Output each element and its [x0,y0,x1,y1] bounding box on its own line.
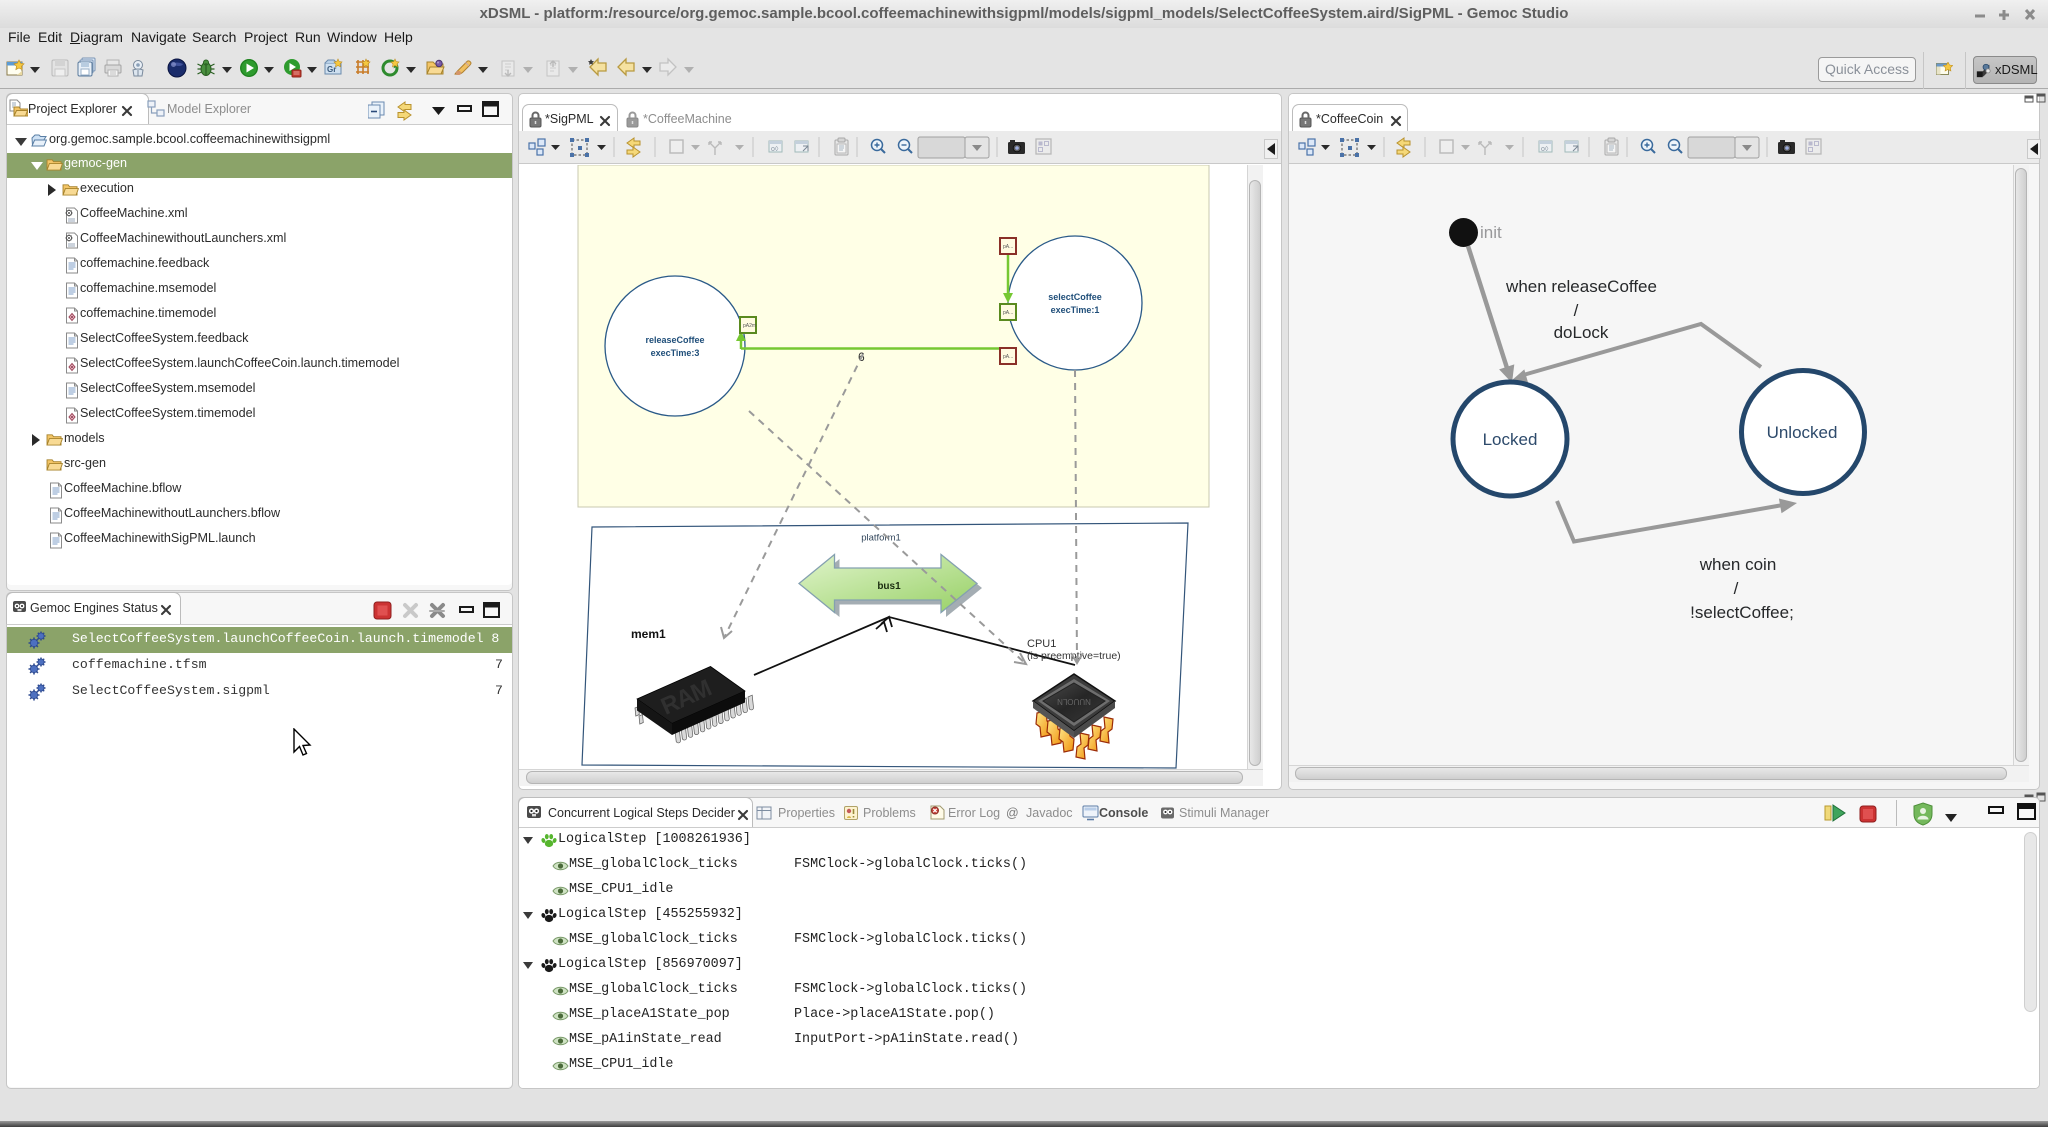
svg-text:o◊: o◊ [771,146,779,153]
svg-text:doLock: doLock [1554,323,1609,342]
svg-text:o◊: o◊ [1541,146,1549,153]
svg-text:CPU1: CPU1 [1027,638,1056,650]
svg-text:bus1: bus1 [877,581,901,592]
svg-text:/: / [1734,579,1739,598]
svg-text:Unlocked: Unlocked [1767,423,1838,442]
svg-text:NUUOLN: NUUOLN [1057,697,1091,706]
svg-text:Gr: Gr [327,65,336,74]
svg-text:pA...: pA... [1003,354,1013,360]
svg-text:!selectCoffee;: !selectCoffee; [1690,603,1794,622]
svg-text:selectCoffee: selectCoffee [1048,292,1102,302]
svg-text:execTime:3: execTime:3 [651,348,700,358]
svg-text:/: / [1574,301,1579,320]
svg-text:when releaseCoffee: when releaseCoffee [1505,277,1657,296]
svg-text:pA2m: pA2m [743,323,756,329]
svg-text:when coin: when coin [1699,555,1777,574]
svg-text:Locked: Locked [1483,430,1538,449]
svg-text:init: init [1480,223,1502,242]
svg-text:mem1: mem1 [631,627,666,641]
svg-text:platform1: platform1 [861,533,901,544]
svg-text:pA...: pA... [1003,310,1013,316]
svg-text:releaseCoffee: releaseCoffee [645,335,704,345]
svg-text:pA...: pA... [1003,244,1013,250]
svg-text:execTime:1: execTime:1 [1051,305,1100,315]
